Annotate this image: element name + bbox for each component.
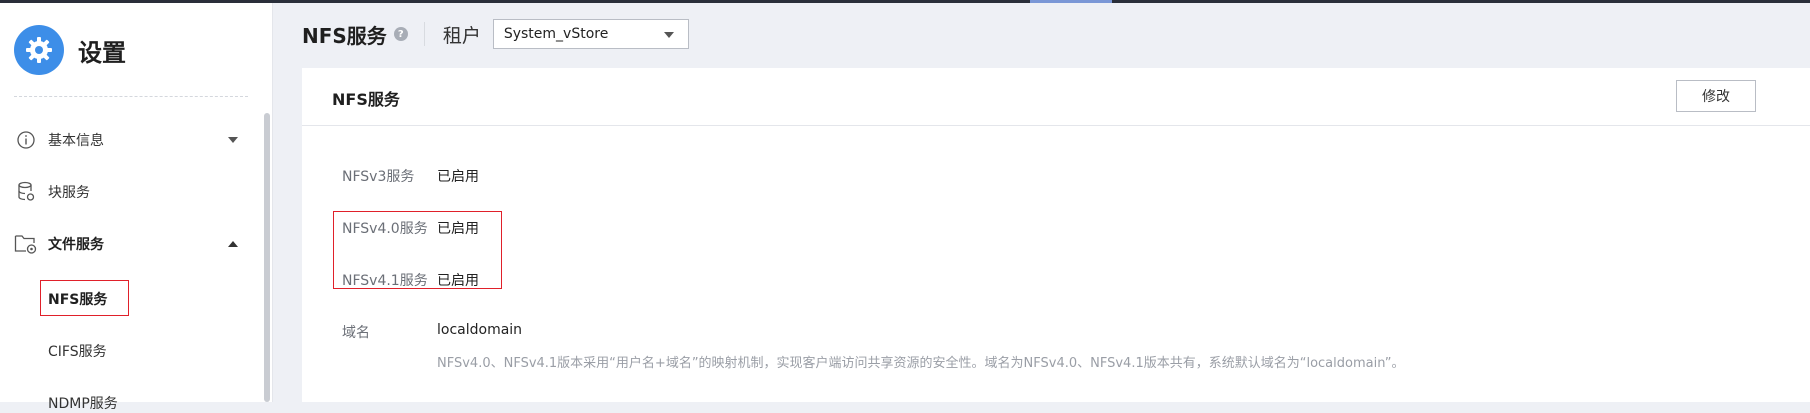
database-icon (14, 180, 38, 204)
sidebar-divider (14, 96, 248, 97)
sidebar-scrollbar[interactable] (264, 113, 270, 402)
sidebar-item-basic-info[interactable]: 基本信息 (14, 125, 246, 155)
tenant-label: 租户 (442, 24, 481, 47)
page-header: NFS服务 ? 租户 System_vStore (302, 17, 689, 51)
nfs-service-card: NFS服务 修改 NFSv3服务 已启用 NFSv4.0服务 已启用 NFSv4… (302, 68, 1810, 402)
sidebar-subitem-cifs[interactable]: CIFS服务 (48, 341, 107, 361)
sidebar-item-label: 块服务 (48, 185, 90, 201)
info-row-nfsv3: NFSv3服务 已启用 (342, 166, 479, 186)
page-title: NFS服务 (302, 23, 387, 48)
folder-settings-icon (14, 232, 38, 256)
highlight-box-nfs (40, 280, 129, 316)
row-value: 已启用 (437, 169, 479, 185)
tenant-select[interactable]: System_vStore (492, 19, 689, 49)
info-circle-icon (14, 128, 38, 152)
sidebar-title: 设置 (78, 38, 126, 67)
domain-note: NFSv4.0、NFSv4.1版本采用“用户名+域名”的映射机制，实现客户端访问… (437, 356, 1405, 371)
row-key: NFSv3服务 (342, 169, 415, 185)
card-header: NFS服务 修改 (302, 68, 1810, 126)
help-icon[interactable]: ? (393, 27, 408, 41)
sidebar-item-file-service[interactable]: 文件服务 (14, 229, 246, 259)
modify-button[interactable]: 修改 (1676, 80, 1756, 112)
row-key: 域名 (342, 325, 370, 341)
sidebar-header: 设置 (14, 25, 126, 75)
sidebar: 设置 基本信息 块服务 文件服务 NFS服务 CIFS服务 NDMP服务 (0, 3, 273, 412)
sidebar-subitem-ndmp[interactable]: NDMP服务 (48, 393, 118, 413)
row-value: localdomain (437, 322, 523, 338)
sidebar-item-label: 文件服务 (48, 237, 104, 253)
sidebar-item-label: 基本信息 (48, 133, 104, 149)
highlight-box-nfsv4 (333, 211, 502, 289)
sidebar-item-block-service[interactable]: 块服务 (14, 177, 246, 207)
info-row-domain: 域名 localdomain (342, 322, 522, 342)
card-title: NFS服务 (332, 90, 400, 109)
header-divider (423, 22, 425, 46)
top-bar-accent (1030, 0, 1112, 3)
chevron-up-icon[interactable] (228, 241, 238, 247)
settings-gear-icon (14, 25, 64, 75)
chevron-down-icon (663, 32, 674, 38)
tenant-select-value: System_vStore (503, 26, 609, 42)
chevron-down-icon[interactable] (228, 137, 238, 143)
